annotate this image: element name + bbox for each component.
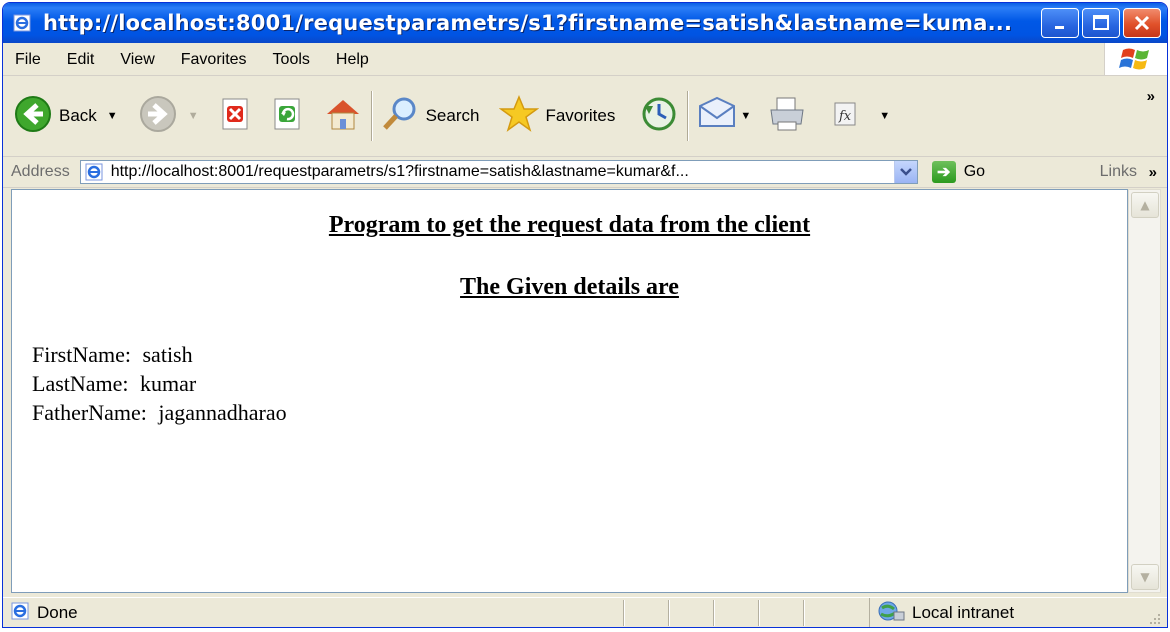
go-arrow-icon: ➔ bbox=[931, 161, 956, 183]
ie-page-icon bbox=[85, 163, 105, 183]
stop-icon bbox=[219, 96, 255, 137]
search-icon bbox=[380, 94, 420, 139]
print-button[interactable] bbox=[767, 89, 807, 143]
detail-key: FatherName: bbox=[32, 400, 147, 425]
page-heading: Program to get the request data from the… bbox=[328, 212, 811, 238]
forward-button[interactable]: ▼ bbox=[138, 89, 199, 143]
svg-text:fx: fx bbox=[838, 109, 852, 124]
status-panel bbox=[713, 600, 758, 626]
windows-logo-icon bbox=[1104, 43, 1167, 75]
ie-page-icon bbox=[11, 602, 31, 625]
refresh-button[interactable] bbox=[271, 89, 307, 143]
print-icon bbox=[767, 94, 807, 139]
edit-page-icon: fx bbox=[831, 99, 861, 134]
status-panel bbox=[623, 600, 668, 626]
detail-key: FirstName: bbox=[32, 342, 131, 367]
address-bar: Address http://localhost:8001/requestpar… bbox=[3, 157, 1167, 188]
status-panel bbox=[668, 600, 713, 626]
address-label: Address bbox=[11, 163, 70, 180]
minimize-button[interactable] bbox=[1041, 8, 1079, 38]
address-input[interactable]: http://localhost:8001/requestparametrs/s… bbox=[79, 160, 918, 184]
window-title: http://localhost:8001/requestparametrs/s… bbox=[43, 11, 1013, 35]
security-zone[interactable]: Local intranet bbox=[869, 598, 1136, 627]
links-more-icon[interactable]: » bbox=[1149, 164, 1157, 181]
mail-button[interactable]: ▼ bbox=[696, 89, 751, 143]
intranet-globe-icon bbox=[876, 600, 906, 627]
status-panel bbox=[803, 600, 848, 626]
vertical-scrollbar[interactable]: ▲ ▼ bbox=[1128, 189, 1161, 593]
go-button[interactable]: ➔ Go bbox=[931, 161, 986, 183]
detail-row: FirstName: satish bbox=[32, 340, 287, 369]
home-button[interactable] bbox=[323, 89, 363, 143]
title-bar[interactable]: http://localhost:8001/requestparametrs/s… bbox=[3, 3, 1167, 43]
toolbar-separator bbox=[687, 91, 689, 141]
status-panels bbox=[623, 600, 848, 626]
status-text: Done bbox=[37, 603, 78, 622]
search-button[interactable]: Search bbox=[380, 89, 480, 143]
history-button[interactable] bbox=[639, 89, 679, 143]
favorites-button[interactable]: Favorites bbox=[499, 89, 615, 143]
forward-dropdown-icon[interactable]: ▼ bbox=[188, 110, 199, 122]
favorites-star-icon bbox=[499, 94, 540, 139]
links-label[interactable]: Links bbox=[1100, 163, 1137, 181]
close-button[interactable] bbox=[1123, 8, 1161, 38]
detail-value: kumar bbox=[140, 371, 197, 396]
home-icon bbox=[323, 96, 363, 137]
search-label: Search bbox=[425, 106, 480, 125]
scroll-up-icon[interactable]: ▲ bbox=[1131, 192, 1159, 218]
status-bar: Done Local intranet bbox=[3, 597, 1167, 627]
resize-grip-icon[interactable] bbox=[1147, 610, 1161, 624]
menu-view[interactable]: View bbox=[108, 51, 168, 69]
menu-bar: File Edit View Favorites Tools Help bbox=[3, 43, 1167, 76]
toolbar-separator bbox=[370, 91, 372, 141]
ie-page-icon bbox=[11, 12, 35, 34]
mail-icon bbox=[696, 96, 738, 137]
forward-arrow-icon bbox=[138, 94, 178, 139]
status-text-area: Done bbox=[11, 602, 78, 625]
toolbar-more-icon[interactable]: » bbox=[1147, 88, 1155, 105]
menu-tools[interactable]: Tools bbox=[261, 51, 324, 69]
menu-help[interactable]: Help bbox=[324, 51, 383, 69]
back-arrow-icon bbox=[13, 94, 53, 139]
stop-button[interactable] bbox=[219, 89, 255, 143]
menu-edit[interactable]: Edit bbox=[55, 51, 109, 69]
page-content: Program to get the request data from the… bbox=[11, 189, 1128, 593]
security-zone-label: Local intranet bbox=[912, 603, 1015, 622]
detail-row: FatherName: jagannadharao bbox=[32, 398, 287, 427]
edit-dropdown-icon[interactable]: ▼ bbox=[879, 110, 890, 122]
address-dropdown-icon[interactable] bbox=[893, 161, 917, 183]
detail-value: jagannadharao bbox=[158, 400, 287, 425]
details-list: FirstName: satish LastName: kumar Father… bbox=[32, 340, 287, 427]
edit-button[interactable]: fx ▼ bbox=[831, 89, 890, 143]
favorites-label: Favorites bbox=[545, 106, 616, 125]
browser-window: http://localhost:8001/requestparametrs/s… bbox=[2, 2, 1168, 628]
address-url: http://localhost:8001/requestparametrs/s… bbox=[110, 163, 689, 180]
detail-row: LastName: kumar bbox=[32, 369, 287, 398]
maximize-button[interactable] bbox=[1082, 8, 1120, 38]
mail-dropdown-icon[interactable]: ▼ bbox=[740, 110, 751, 122]
scroll-down-icon[interactable]: ▼ bbox=[1131, 564, 1159, 590]
go-label: Go bbox=[963, 163, 986, 180]
toolbar: Back ▼ ▼ Search Favorites ▼ fx ▼ » bbox=[3, 76, 1167, 157]
history-icon bbox=[639, 94, 679, 139]
page-subheading: The Given details are bbox=[460, 274, 679, 300]
detail-key: LastName: bbox=[32, 371, 129, 396]
menu-file[interactable]: File bbox=[3, 51, 55, 69]
back-label: Back bbox=[59, 106, 97, 125]
refresh-icon bbox=[271, 96, 307, 137]
status-panel bbox=[758, 600, 803, 626]
back-dropdown-icon[interactable]: ▼ bbox=[107, 110, 118, 122]
back-button[interactable]: Back ▼ bbox=[13, 89, 118, 143]
menu-favorites[interactable]: Favorites bbox=[169, 51, 261, 69]
detail-value: satish bbox=[142, 342, 193, 367]
